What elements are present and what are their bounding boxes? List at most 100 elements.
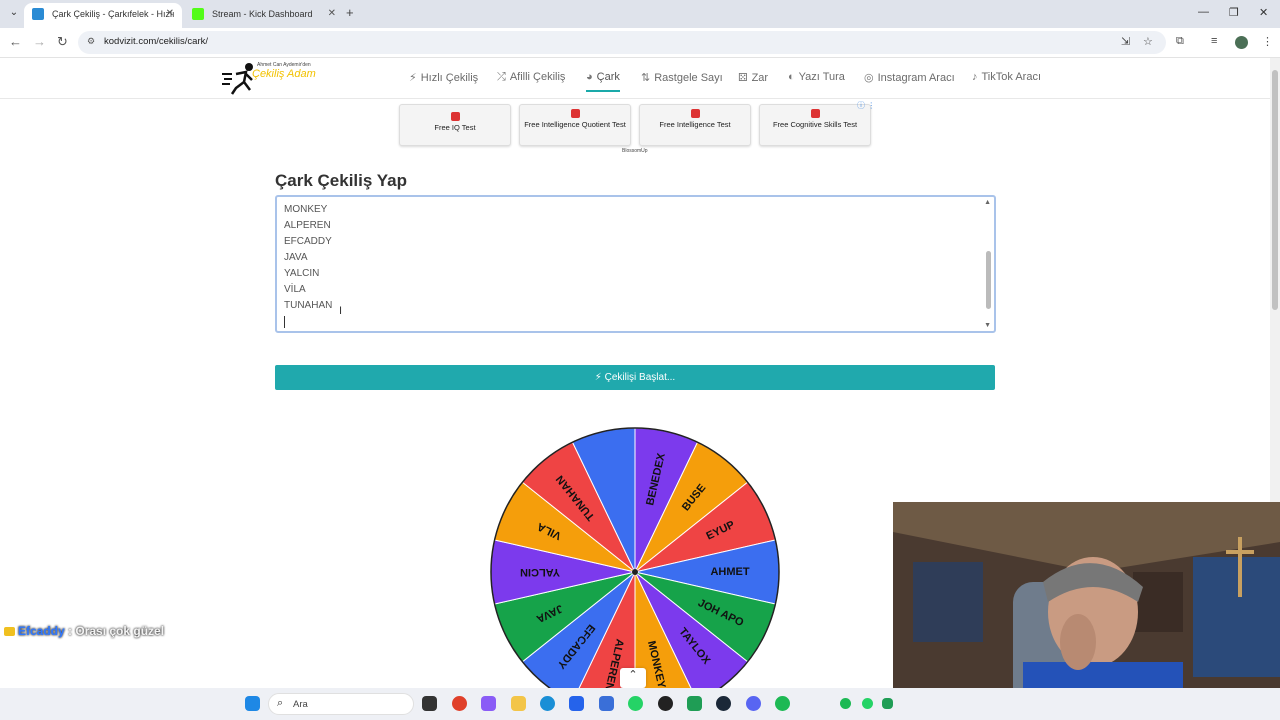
instagram-icon: ◎: [864, 72, 874, 84]
nav-rastgele-sayi[interactable]: ⇅ Rastgele Sayı: [641, 71, 723, 84]
windows-taskbar: ⌕ Ara: [0, 688, 1280, 720]
tab-search-chevron-icon[interactable]: ⌄: [6, 5, 22, 21]
wheel-segment-label: AHMET: [710, 566, 749, 578]
site-navbar: Ahmet Can Aydemir'den Çekiliş Adam ⚡ Hızl…: [0, 58, 1270, 99]
browser-tab-bar: ⌄ Çark Çekiliş - Çarkıfelek - Hızlı Ç ✕ …: [0, 0, 1280, 41]
ad-button[interactable]: Free Intelligence Quotient Test: [519, 104, 631, 146]
ad-button[interactable]: Free IQ Test: [399, 104, 511, 146]
profile-avatar[interactable]: [1235, 36, 1248, 49]
minimize-icon[interactable]: —: [1198, 6, 1209, 18]
taskbar-search-placeholder: Ara: [293, 699, 308, 710]
whatsapp-icon[interactable]: [628, 696, 643, 711]
spotify-icon[interactable]: [775, 696, 790, 711]
nav-tiktok-araci[interactable]: ♪ TikTok Aracı: [972, 71, 1041, 83]
copilot-icon[interactable]: [481, 696, 496, 711]
site-logo[interactable]: Ahmet Can Aydemir'den Çekiliş Adam: [222, 60, 332, 96]
ad-tile-icon: [690, 109, 700, 118]
site-info-icon[interactable]: ⚙: [87, 36, 95, 47]
stream-chat-message: Efcaddy : Orası çok güzel: [4, 624, 164, 638]
close-tab-icon[interactable]: ✕: [328, 3, 336, 25]
windows-start-icon[interactable]: [245, 696, 260, 711]
tab-kick-dashboard[interactable]: Stream - Kick Dashboard ✕: [184, 3, 344, 28]
ad-button[interactable]: Free Cognitive Skills Test: [759, 104, 871, 146]
reload-icon[interactable]: ↻: [57, 34, 68, 50]
ad-button[interactable]: Free Intelligence Test: [639, 104, 751, 146]
task-view-icon[interactable]: [422, 696, 437, 711]
edge-icon[interactable]: [540, 696, 555, 711]
shuffle-icon: ⤮: [497, 71, 506, 83]
nav-cark[interactable]: ◕ Çark: [586, 71, 620, 92]
bolt-icon: ⚡: [594, 372, 605, 383]
tray-spotify-icon[interactable]: [840, 698, 851, 709]
dice-icon: ⚄: [738, 72, 748, 84]
page-title: Çark Çekiliş Yap: [275, 171, 407, 190]
close-tab-icon[interactable]: ✕: [166, 3, 174, 25]
text-caret: [284, 316, 285, 328]
media-control-icon[interactable]: ≡: [1211, 35, 1217, 47]
pie-icon: ◕: [586, 71, 593, 83]
sort-icon: ⇅: [641, 72, 651, 84]
tray-whatsapp-icon[interactable]: [862, 698, 873, 709]
tray-xbox-icon[interactable]: [882, 698, 893, 709]
scroll-up-icon[interactable]: ▲: [984, 199, 991, 206]
coin-icon: ◐: [788, 71, 795, 83]
tiktok-icon: ♪: [972, 71, 978, 83]
entry-line: EFCADDY: [284, 236, 332, 247]
ad-tile-icon: [570, 109, 580, 118]
nav-zar[interactable]: ⚄ Zar: [738, 71, 768, 84]
ad-tile-icon: [810, 109, 820, 118]
ad-tile-icon: [450, 112, 460, 121]
text-cursor-icon: I: [339, 305, 343, 317]
chrome-icon[interactable]: [452, 696, 467, 711]
wheel-center-pin: [632, 569, 638, 575]
new-tab-button[interactable]: +: [346, 5, 354, 20]
nav-instagram-araci[interactable]: ◎ Instagram Aracı: [864, 71, 955, 84]
obs-icon[interactable]: [658, 696, 673, 711]
nav-hizli-cekilis[interactable]: ⚡ Hızlı Çekiliş: [409, 71, 478, 84]
taskbar-search[interactable]: ⌕ Ara: [268, 693, 414, 715]
store-icon[interactable]: [569, 696, 584, 711]
entry-line: VİLA: [284, 284, 306, 295]
entry-line: MONKEY: [284, 204, 328, 215]
close-window-icon[interactable]: ✕: [1259, 6, 1268, 19]
extensions-icon[interactable]: ⧉: [1176, 35, 1184, 48]
textarea-scroll-thumb[interactable]: [986, 251, 991, 309]
install-app-icon[interactable]: ⇲: [1121, 35, 1130, 48]
bookmark-star-icon[interactable]: ☆: [1143, 35, 1153, 48]
browser-toolbar: ← → ↻ ⚙ kodvizit.com/cekilis/cark/ ⇲ ☆ ⧉…: [0, 28, 1280, 58]
ad-credit: BlossomUp: [622, 148, 648, 154]
forward-arrow-icon[interactable]: →: [33, 34, 46, 49]
url-text: kodvizit.com/cekilis/cark/: [104, 36, 208, 47]
chat-badge-icon: [4, 627, 15, 636]
start-draw-button[interactable]: ⚡ Çekilişi Başlat...: [275, 365, 995, 390]
tab-title: Stream - Kick Dashboard: [212, 9, 313, 19]
entry-line: JAVA: [284, 252, 308, 263]
entry-line: TUNAHAN: [284, 300, 333, 311]
nav-afilli-cekilis[interactable]: ⤮ Afilli Çekiliş: [497, 71, 565, 84]
entries-textarea[interactable]: MONKEY ALPEREN EFCADDY JAVA YALCIN VİLA …: [275, 195, 996, 333]
nav-yazi-tura[interactable]: ◐ Yazı Tura: [788, 71, 845, 83]
discord-icon[interactable]: [746, 696, 761, 711]
logo-title: Çekiliş Adam: [252, 68, 316, 80]
more-menu-icon[interactable]: ⋮: [1262, 35, 1273, 48]
chat-text: : Orası çok güzel: [68, 624, 165, 638]
wheel-segment-label: YALCIN: [520, 566, 560, 578]
page-scroll-thumb[interactable]: [1272, 70, 1278, 310]
chat-username: Efcaddy: [18, 624, 65, 638]
scroll-to-top-button[interactable]: ⌃: [620, 668, 646, 688]
scroll-down-icon[interactable]: ▼: [984, 322, 991, 329]
kick-favicon-icon: [192, 8, 204, 20]
search-icon: ⌕: [277, 697, 284, 709]
ad-info-icon[interactable]: ⓘ ⋮: [857, 100, 875, 111]
back-arrow-icon[interactable]: ←: [9, 34, 22, 49]
mail-icon[interactable]: [599, 696, 614, 711]
entry-line: ALPEREN: [284, 220, 331, 231]
restore-icon[interactable]: ❐: [1229, 6, 1239, 19]
address-bar[interactable]: ⚙ kodvizit.com/cekilis/cark/: [78, 31, 1166, 54]
bolt-icon: ⚡: [409, 72, 417, 84]
tab-cark-cekilis[interactable]: Çark Çekiliş - Çarkıfelek - Hızlı Ç ✕: [24, 3, 182, 41]
file-explorer-icon[interactable]: [511, 696, 526, 711]
xbox-icon[interactable]: [687, 696, 702, 711]
prize-wheel[interactable]: BENEDEX BUSEEYUPAHMETJOH APOTAYLOXMONKEYA…: [489, 426, 781, 688]
steam-icon[interactable]: [716, 696, 731, 711]
